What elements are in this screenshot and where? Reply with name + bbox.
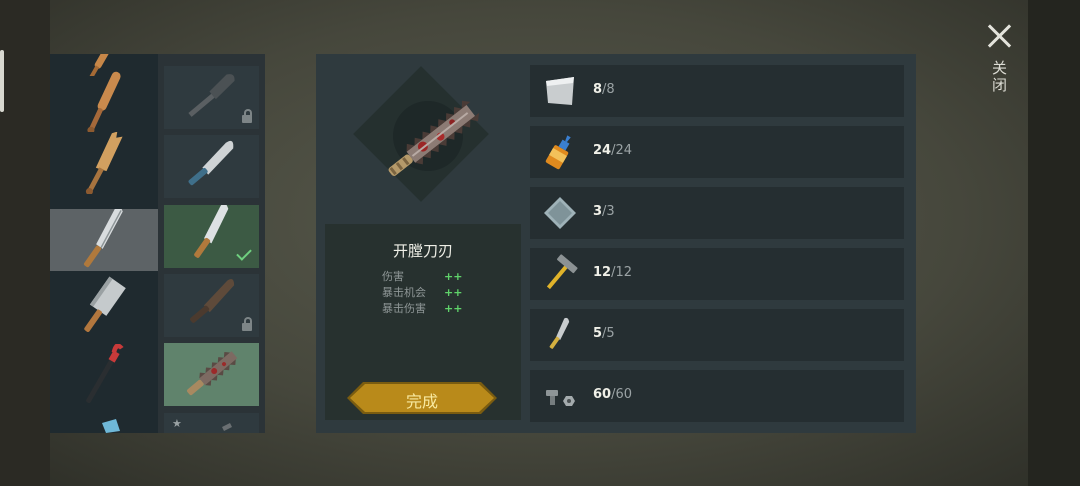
broken-bat-icon — [85, 131, 123, 195]
variant-item-locked[interactable] — [164, 274, 259, 337]
variant-item-selected[interactable] — [164, 343, 259, 406]
stat-value: ++ — [444, 302, 463, 315]
material-have: 3 — [593, 204, 603, 219]
category-item[interactable] — [50, 131, 158, 195]
material-row: 5/5 — [530, 309, 904, 361]
material-row: 60/60 — [530, 370, 904, 422]
stat-row-damage: 伤害 ++ — [382, 268, 462, 284]
variant-item[interactable] — [164, 135, 259, 198]
material-have: 8 — [593, 82, 603, 97]
material-need: /5 — [602, 326, 615, 341]
serrated-machete-icon — [187, 351, 238, 396]
star-icon: ★ — [172, 417, 182, 430]
left-edge — [0, 0, 50, 486]
material-row: 24/24 — [530, 126, 904, 178]
weapon-category-list — [50, 54, 158, 433]
category-item-machete[interactable] — [50, 205, 158, 271]
stat-label: 伤害 — [382, 270, 404, 283]
material-have: 12 — [593, 265, 612, 280]
weapon-name: 开膛刀刃 — [392, 242, 453, 260]
lock-icon — [242, 109, 252, 123]
stat-row-crit-damage: 暴击伤害 ++ — [382, 300, 462, 316]
done-label: 完成 — [405, 392, 438, 411]
axe-icon — [102, 419, 120, 433]
metal-plate-icon — [546, 77, 574, 105]
variant-item-equipped[interactable] — [164, 203, 259, 268]
close-button[interactable] — [986, 22, 1014, 50]
stat-row-crit-chance: 暴击机会 ++ — [382, 284, 462, 300]
material-row: 3/3 — [530, 187, 904, 239]
category-item[interactable] — [50, 70, 158, 134]
lock-icon — [242, 317, 252, 331]
blade-icon — [549, 317, 570, 349]
stat-label: 暴击机会 — [382, 286, 426, 299]
right-edge — [1028, 0, 1080, 486]
close-label[interactable]: 关闭 — [990, 60, 1010, 94]
material-row: 8/8 — [530, 65, 904, 117]
scroll-marker — [0, 50, 4, 112]
variant-item-locked[interactable] — [164, 66, 259, 129]
category-item[interactable] — [50, 276, 158, 338]
material-need: /12 — [611, 265, 633, 280]
material-have: 5 — [593, 326, 603, 341]
machete-icon — [83, 205, 123, 268]
bat-icon — [87, 71, 121, 134]
material-need: /60 — [611, 387, 633, 402]
variant-item[interactable]: ★ — [164, 413, 259, 433]
glue-icon — [545, 135, 571, 170]
category-item[interactable] — [50, 343, 158, 406]
stat-label: 暴击伤害 — [382, 302, 426, 315]
crowbar-icon — [86, 343, 124, 403]
material-need: /24 — [611, 143, 633, 158]
material-need: /3 — [602, 204, 615, 219]
material-have: 24 — [593, 143, 612, 158]
serrated-machete-icon — [388, 100, 480, 176]
material-row: 12/12 — [530, 248, 904, 300]
material-have: 60 — [593, 387, 612, 402]
nuts-bolts-icon — [546, 390, 575, 406]
done-button[interactable]: 完成 — [347, 382, 497, 414]
hammer-icon — [546, 254, 578, 290]
material-need: /8 — [602, 82, 615, 97]
stat-value: ++ — [444, 286, 463, 299]
selection-pointer — [148, 233, 157, 249]
machete-icon — [194, 203, 229, 258]
weapon-variant-list: ★ — [158, 54, 265, 433]
machete-icon — [188, 140, 234, 186]
cleaver-icon — [84, 276, 126, 332]
category-item[interactable] — [50, 409, 158, 433]
steel-plate-icon — [544, 197, 576, 229]
stat-value: ++ — [444, 270, 463, 283]
